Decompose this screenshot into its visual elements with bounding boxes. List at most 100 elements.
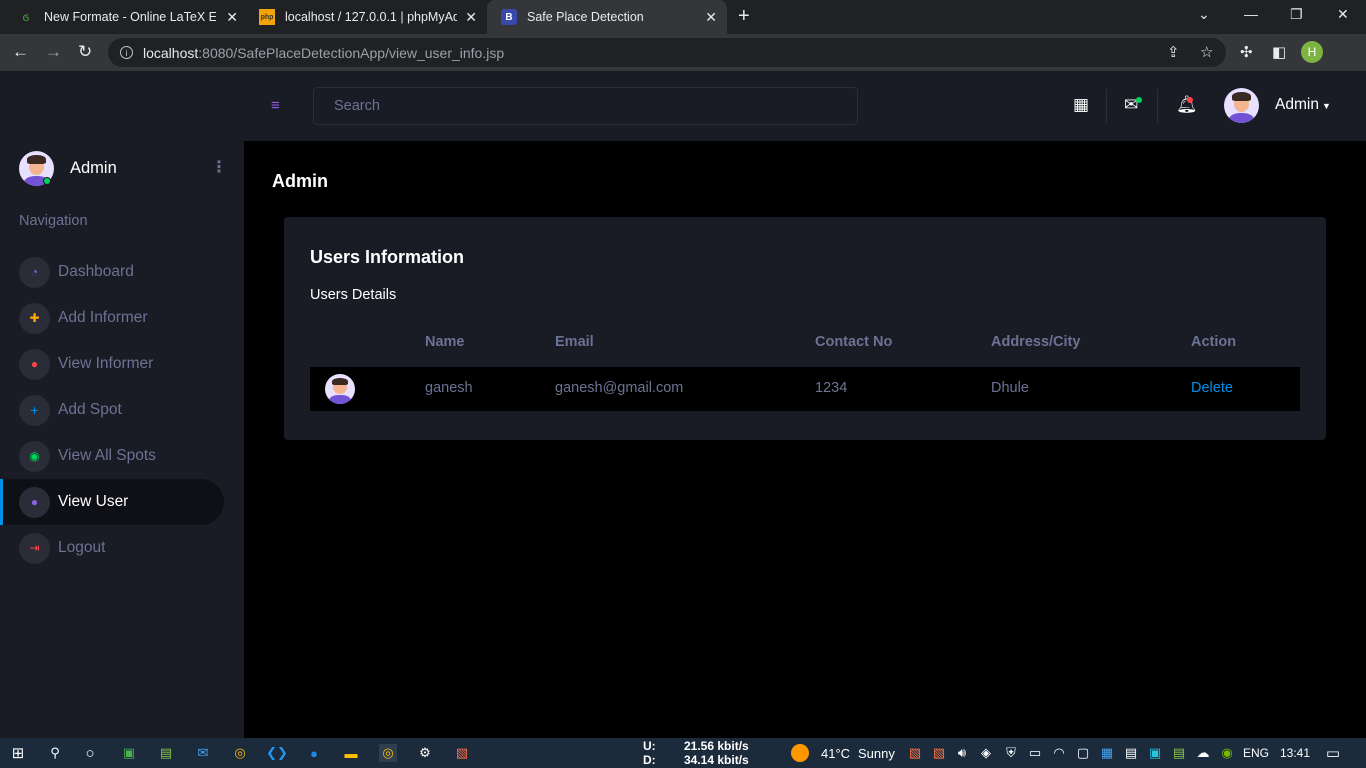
close-tab-icon[interactable]: ✕ bbox=[705, 9, 717, 26]
close-tab-icon[interactable]: ✕ bbox=[465, 9, 477, 26]
temperature[interactable]: 41°C bbox=[821, 746, 850, 761]
url-text[interactable]: localhost:8080/SafePlaceDetectionApp/vie… bbox=[143, 45, 504, 61]
eye-icon: ◉ bbox=[19, 440, 50, 472]
clock[interactable]: 13:41 bbox=[1280, 746, 1310, 760]
sidebar-item-label: View Informer bbox=[58, 355, 154, 372]
camera-icon[interactable]: ▢ bbox=[1074, 744, 1092, 762]
sidebar-item-logout[interactable]: ⇥ Logout bbox=[0, 525, 224, 571]
grid-icon[interactable]: ▦ bbox=[1073, 95, 1089, 115]
topnav-user-name[interactable]: Admin bbox=[1275, 96, 1319, 114]
xampp-icon[interactable]: ▧ bbox=[453, 744, 471, 762]
card-subtitle: Users Details bbox=[310, 287, 397, 303]
cell-name: ganesh bbox=[425, 380, 473, 396]
forward-icon[interactable]: → bbox=[45, 42, 62, 62]
search-input[interactable] bbox=[313, 87, 858, 125]
tray-icon[interactable]: ▣ bbox=[1146, 744, 1164, 762]
weather-condition[interactable]: Sunny bbox=[858, 746, 895, 761]
sidebar-item-view-all-spots[interactable]: ◉ View All Spots bbox=[0, 433, 224, 479]
security-icon[interactable]: ⛨ bbox=[1002, 744, 1020, 762]
address-bar[interactable]: i localhost:8080/SafePlaceDetectionApp/v… bbox=[108, 38, 1226, 67]
menu-toggle-icon[interactable]: ≡ bbox=[271, 97, 280, 114]
sidebar-item-label: Add Spot bbox=[58, 401, 122, 418]
overleaf-icon: ϭ bbox=[22, 10, 30, 24]
nvidia-icon[interactable]: ◉ bbox=[1218, 744, 1236, 762]
chrome-icon[interactable]: ◎ bbox=[231, 744, 249, 762]
notification-dot bbox=[1187, 97, 1193, 103]
tray-icon[interactable]: ▤ bbox=[1170, 744, 1188, 762]
sidebar-item-add-spot[interactable]: + Add Spot bbox=[0, 387, 224, 433]
xampp-tray-icon[interactable]: ▧ bbox=[906, 744, 924, 762]
sidebar-item-label: View User bbox=[58, 493, 129, 510]
column-header-name: Name bbox=[425, 334, 465, 350]
extensions-icon[interactable]: ✣ bbox=[1240, 43, 1253, 61]
browser-toolbar: ← → ↻ i localhost:8080/SafePlaceDetectio… bbox=[0, 34, 1366, 71]
sidebar-item-view-user[interactable]: ● View User bbox=[0, 479, 224, 525]
sidebar-profile: Admin ⋮ bbox=[19, 151, 229, 187]
download-speed: 34.14 kbit/s bbox=[684, 753, 749, 767]
cell-email: ganesh@gmail.com bbox=[555, 380, 684, 396]
keyboard-icon[interactable]: ▤ bbox=[1122, 744, 1140, 762]
tray-icon[interactable]: ◈ bbox=[977, 744, 995, 762]
xampp-tray-icon[interactable]: ▧ bbox=[930, 744, 948, 762]
browser-profile-avatar[interactable]: H bbox=[1301, 41, 1323, 63]
site-info-icon[interactable]: i bbox=[120, 46, 133, 59]
tray-icon[interactable]: ▦ bbox=[1098, 744, 1116, 762]
windows-start-icon[interactable]: ⊞ bbox=[9, 744, 27, 762]
photos-icon[interactable]: ▤ bbox=[157, 744, 175, 762]
app-icon[interactable]: ▣ bbox=[120, 744, 138, 762]
tab-title: Safe Place Detection bbox=[527, 10, 644, 24]
active-indicator bbox=[0, 479, 3, 525]
search-icon[interactable]: ⚲ bbox=[46, 744, 64, 762]
app-icon[interactable]: ● bbox=[305, 744, 323, 762]
column-header-city: Address/City bbox=[991, 334, 1081, 350]
column-header-contact: Contact No bbox=[815, 334, 893, 350]
tab-title: localhost / 127.0.0.1 | phpMyAdm bbox=[285, 10, 457, 24]
tab-phpmyadmin[interactable]: php localhost / 127.0.0.1 | phpMyAdm ✕ bbox=[245, 0, 487, 34]
upload-label: U: bbox=[643, 739, 656, 753]
settings-icon[interactable]: ⚙ bbox=[416, 744, 434, 762]
tab-overleaf[interactable]: ϭ New Formate - Online LaTeX Edit ✕ bbox=[4, 0, 248, 34]
close-tab-icon[interactable]: ✕ bbox=[226, 9, 238, 26]
tab-search-icon[interactable]: ⌄ bbox=[1198, 6, 1210, 23]
new-tab-icon[interactable]: + bbox=[738, 5, 750, 28]
tab-title: New Formate - Online LaTeX Edit bbox=[44, 10, 216, 24]
back-icon[interactable]: ← bbox=[12, 42, 29, 62]
caret-down-icon[interactable]: ▼ bbox=[1322, 101, 1331, 111]
volume-icon[interactable]: 🔊︎ bbox=[953, 744, 971, 762]
more-vertical-icon[interactable]: ⋮ bbox=[211, 157, 227, 177]
sidebar-item-add-informer[interactable]: ✚ Add Informer bbox=[0, 295, 224, 341]
sidebar-item-dashboard[interactable]: ◔ Dashboard bbox=[0, 249, 224, 295]
sidebar-item-label: Add Informer bbox=[58, 309, 148, 326]
file-explorer-icon[interactable]: ▬ bbox=[342, 744, 360, 762]
main-content: Admin Users Information Users Details Na… bbox=[244, 141, 1366, 738]
sidebar-item-label: Logout bbox=[58, 539, 106, 556]
mail-status-dot bbox=[1136, 97, 1142, 103]
minimize-icon[interactable]: — bbox=[1244, 6, 1258, 22]
sidebar-item-label: View All Spots bbox=[58, 447, 156, 464]
avatar[interactable] bbox=[1224, 88, 1259, 123]
delete-link[interactable]: Delete bbox=[1191, 380, 1233, 396]
sidebar-item-label: Dashboard bbox=[58, 263, 134, 280]
cortana-icon[interactable]: ○ bbox=[81, 744, 99, 762]
notifications-icon[interactable]: ▭ bbox=[1324, 744, 1342, 762]
side-panel-icon[interactable]: ◧ bbox=[1272, 43, 1286, 61]
online-status-dot bbox=[43, 177, 51, 185]
chrome-active-icon[interactable]: ◎ bbox=[379, 744, 397, 762]
bookmark-star-icon[interactable]: ☆ bbox=[1200, 43, 1213, 61]
close-window-icon[interactable]: ✕ bbox=[1337, 6, 1349, 23]
mail-app-icon[interactable]: ✉ bbox=[194, 744, 212, 762]
weather-sun-icon[interactable] bbox=[791, 744, 809, 762]
share-icon[interactable]: ⇪ bbox=[1167, 43, 1180, 61]
battery-icon[interactable]: ▭ bbox=[1026, 744, 1044, 762]
sidebar-item-view-informer[interactable]: ● View Informer bbox=[0, 341, 224, 387]
cloud-icon[interactable]: ☁ bbox=[1194, 744, 1212, 762]
restore-icon[interactable]: ❐ bbox=[1290, 6, 1303, 23]
plus-icon: + bbox=[19, 394, 50, 426]
vscode-icon[interactable]: ❮❯ bbox=[266, 744, 288, 762]
column-header-email: Email bbox=[555, 334, 594, 350]
bootstrap-icon: B bbox=[501, 9, 517, 25]
reload-icon[interactable]: ↻ bbox=[78, 42, 92, 62]
wifi-icon[interactable]: ◠ bbox=[1050, 744, 1068, 762]
language-indicator[interactable]: ENG bbox=[1243, 746, 1269, 760]
tab-safe-place[interactable]: B Safe Place Detection ✕ bbox=[487, 0, 727, 34]
